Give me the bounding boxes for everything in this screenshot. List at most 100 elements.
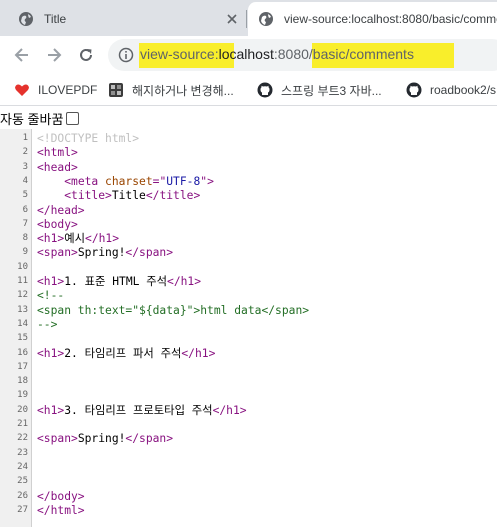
line-number: 5 bbox=[22, 190, 28, 201]
url-host: localhost bbox=[218, 46, 274, 62]
line-number: 6 bbox=[22, 204, 28, 215]
source-line: 20 <h1>3. 타임리프 프로토타입 주석</h1> bbox=[0, 403, 497, 418]
info-icon[interactable] bbox=[118, 47, 134, 63]
bookmark-cancel-change[interactable]: 해지하거나 변경해... bbox=[108, 81, 234, 99]
line-number: 11 bbox=[17, 276, 28, 286]
line-code: <h1>예시</h1> bbox=[37, 231, 119, 246]
source-line: 10 bbox=[0, 260, 497, 275]
forward-button[interactable] bbox=[42, 43, 66, 67]
line-number: 7 bbox=[22, 218, 28, 229]
line-code: <html> bbox=[37, 145, 78, 160]
source-line: 2 <html> bbox=[0, 145, 497, 160]
close-icon[interactable] bbox=[224, 11, 240, 27]
line-number: 20 bbox=[17, 404, 28, 415]
bookmark-spring-boot[interactable]: 스프링 부트3 자바... bbox=[257, 81, 382, 99]
source-line: 26 </body> bbox=[0, 489, 497, 504]
bookmark-ilovepdf[interactable]: ILOVEPDF bbox=[14, 81, 97, 99]
code-token: </body> bbox=[37, 489, 85, 503]
code-token: UTF-8 bbox=[166, 174, 201, 188]
source-line: 7 <body> bbox=[0, 217, 497, 232]
github-icon bbox=[257, 82, 273, 98]
line-code: <span>Spring!</span> bbox=[37, 431, 173, 446]
line-number: 23 bbox=[17, 447, 28, 458]
line-number: 10 bbox=[17, 261, 28, 272]
source-line: 23 bbox=[0, 446, 497, 461]
code-token: <h1> bbox=[37, 403, 65, 417]
source-line: 27 </html> bbox=[0, 503, 497, 518]
line-number: 27 bbox=[17, 504, 28, 515]
app-icon bbox=[109, 83, 123, 97]
code-token: </html> bbox=[37, 503, 85, 517]
line-code: <h1>3. 타임리프 프로토타입 주석</h1> bbox=[37, 403, 247, 418]
code-token: 3. 타임리프 프로토타입 주석 bbox=[64, 403, 213, 417]
line-number: 19 bbox=[17, 390, 28, 401]
line-number: 14 bbox=[17, 318, 28, 329]
line-number: 1 bbox=[22, 133, 28, 143]
source-line: 12 <!-- bbox=[0, 288, 497, 303]
source-line: 21 bbox=[0, 417, 497, 432]
source-line: 14 --> bbox=[0, 317, 497, 332]
source-line: 9 <span>Spring!</span> bbox=[0, 245, 497, 260]
source-view: 1 <!DOCTYPE html> 2 <html> 3 <head> 4 <meta ch… bbox=[0, 129, 497, 527]
url-path: /basic/comments bbox=[308, 46, 414, 62]
code-token: Spring! bbox=[77, 246, 126, 260]
line-number: 15 bbox=[17, 333, 28, 344]
code-token: 2. 타임리프 파서 주석 bbox=[64, 346, 182, 360]
line-code: <title>Title</title> bbox=[37, 188, 200, 203]
line-number: 18 bbox=[17, 376, 28, 387]
reload-button[interactable] bbox=[74, 43, 98, 67]
back-button[interactable] bbox=[10, 43, 34, 67]
bookmark-label: ILOVEPDF bbox=[38, 83, 98, 97]
line-number: 17 bbox=[17, 361, 28, 372]
source-line: 15 bbox=[0, 331, 497, 346]
line-number: 2 bbox=[22, 147, 28, 158]
line-number: 25 bbox=[17, 476, 28, 487]
code-token: <title> bbox=[64, 189, 112, 203]
tab-view-source[interactable]: view-source:localhost:8080/basic/comment… bbox=[248, 2, 497, 36]
source-line: 24 bbox=[0, 460, 497, 475]
line-code: <h1>2. 타임리프 파서 주석</h1> bbox=[37, 346, 215, 361]
code-token: --> bbox=[37, 317, 58, 331]
line-wrap-toggle: 자동 줄바꿈 bbox=[0, 108, 80, 128]
source-line: 19 bbox=[0, 388, 497, 403]
bookmark-label: 스프링 부트3 자바... bbox=[281, 83, 382, 98]
code-token: <!DOCTYPE html> bbox=[37, 132, 140, 145]
line-number: 16 bbox=[17, 347, 28, 358]
line-number: 26 bbox=[17, 490, 28, 501]
heart-icon bbox=[15, 84, 29, 96]
source-line: 3 <head> bbox=[0, 160, 497, 175]
line-wrap-checkbox[interactable] bbox=[66, 111, 80, 125]
source-line: 4 <meta charset="UTF-8"> bbox=[0, 174, 497, 189]
source-line: 25 bbox=[0, 474, 497, 489]
code-token: charset bbox=[105, 174, 153, 188]
line-wrap-label: 자동 줄바꿈 bbox=[0, 111, 64, 127]
source-line: 22 <span>Spring!</span> bbox=[0, 431, 497, 446]
url-text[interactable]: view-source:localhost:8080/basic/comment… bbox=[140, 46, 414, 62]
source-line: 11 <h1>1. 표준 HTML 주석</h1> bbox=[0, 274, 497, 289]
tab-title-page[interactable]: Title bbox=[8, 2, 246, 36]
code-token: 예시 bbox=[64, 232, 86, 246]
source-line: 6 </head> bbox=[0, 203, 497, 218]
address-bar[interactable]: view-source:localhost:8080/basic/comment… bbox=[108, 39, 497, 71]
bookmark-roadbook[interactable]: roadbook2/s bbox=[406, 81, 496, 99]
source-line: 1 <!DOCTYPE html> bbox=[0, 131, 497, 146]
code-token: <h1> bbox=[37, 232, 65, 246]
line-code: <span>Spring!</span> bbox=[37, 245, 173, 260]
tab-separator bbox=[246, 10, 247, 28]
code-token: <h1> bbox=[37, 346, 65, 360]
tab-title-label: Title bbox=[44, 12, 67, 26]
code-token: <span th:text="${data}">html data</span> bbox=[37, 303, 310, 317]
tab-strip: Title view-source:localhost:8080/basic/c… bbox=[0, 0, 497, 36]
code-token: 1. 표준 HTML 주석 bbox=[64, 275, 168, 288]
line-number: 4 bbox=[22, 175, 28, 186]
code-token: <head> bbox=[37, 160, 78, 174]
line-code: --> bbox=[37, 317, 57, 332]
tab-view-source-label: view-source:localhost:8080/basic/comment… bbox=[284, 12, 497, 26]
line-number: 3 bbox=[22, 161, 28, 172]
url-scheme: view-source: bbox=[140, 46, 219, 62]
code-token: <span> bbox=[37, 432, 78, 446]
line-number: 8 bbox=[22, 233, 28, 244]
code-token: <meta bbox=[64, 174, 106, 188]
